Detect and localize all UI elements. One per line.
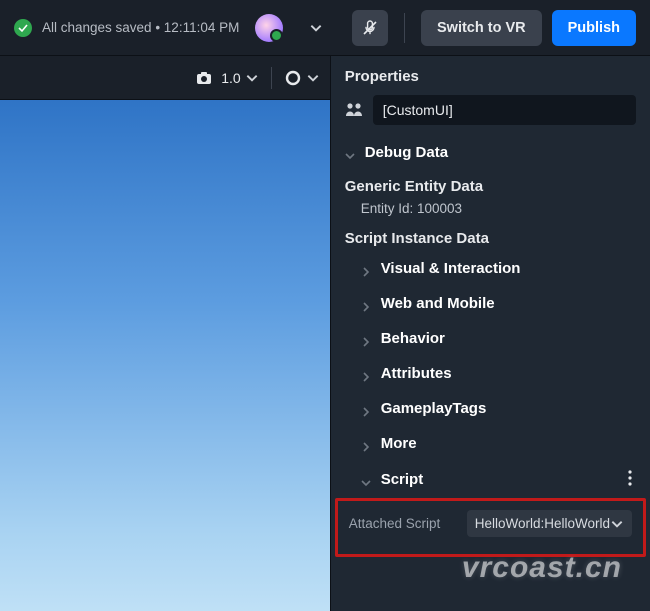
avatar[interactable] <box>255 14 283 42</box>
chevron-right-icon <box>361 404 371 414</box>
camera-button[interactable] <box>195 69 213 87</box>
chevron-right-icon <box>361 264 371 274</box>
entity-icon <box>345 101 363 119</box>
status-indicator <box>14 19 32 37</box>
entity-id-text: Entity Id: 100003 <box>331 199 650 222</box>
attached-script-label: Attached Script <box>349 516 459 531</box>
chevron-right-icon <box>361 439 371 449</box>
section-script[interactable]: Script <box>331 461 650 498</box>
zoom-dropdown[interactable]: 1.0 <box>221 70 258 86</box>
entity-name-input[interactable]: [CustomUI] <box>373 95 636 125</box>
generic-entity-heading: Generic Entity Data <box>331 170 650 199</box>
chevron-down-icon <box>345 148 355 158</box>
publish-button[interactable]: Publish <box>552 10 636 46</box>
section-attributes[interactable]: Attributes <box>331 356 650 391</box>
attached-script-dropdown[interactable]: HelloWorld:HelloWorld <box>467 510 632 537</box>
panel-title: Properties <box>331 56 650 95</box>
camera-icon <box>195 69 213 87</box>
chevron-right-icon <box>361 369 371 379</box>
chevron-down-icon <box>610 517 624 531</box>
chevron-right-icon <box>361 299 371 309</box>
section-visual-interaction[interactable]: Visual & Interaction <box>331 251 650 286</box>
viewport-canvas[interactable] <box>0 100 330 611</box>
view-mode-dropdown[interactable] <box>284 69 320 87</box>
attached-script-value: HelloWorld:HelloWorld <box>475 516 610 531</box>
zoom-value: 1.0 <box>221 70 240 86</box>
divider <box>271 67 272 89</box>
mic-mute-button[interactable] <box>352 10 388 46</box>
section-gameplaytags[interactable]: GameplayTags <box>331 391 650 426</box>
chevron-right-icon <box>361 334 371 344</box>
chevron-down-icon <box>361 475 371 485</box>
section-more[interactable]: More <box>331 426 650 461</box>
switch-vr-button[interactable]: Switch to VR <box>421 10 542 46</box>
status-text: All changes saved • 12:11:04 PM <box>42 20 239 35</box>
section-debug-data[interactable]: Debug Data <box>331 135 650 170</box>
section-web-mobile[interactable]: Web and Mobile <box>331 286 650 321</box>
chevron-down-icon <box>306 71 320 85</box>
section-behavior[interactable]: Behavior <box>331 321 650 356</box>
kebab-icon[interactable] <box>628 470 632 489</box>
divider <box>404 13 405 43</box>
chevron-down-icon[interactable] <box>309 21 323 35</box>
circle-icon <box>284 69 302 87</box>
chevron-down-icon <box>245 71 259 85</box>
script-instance-heading: Script Instance Data <box>331 222 650 251</box>
